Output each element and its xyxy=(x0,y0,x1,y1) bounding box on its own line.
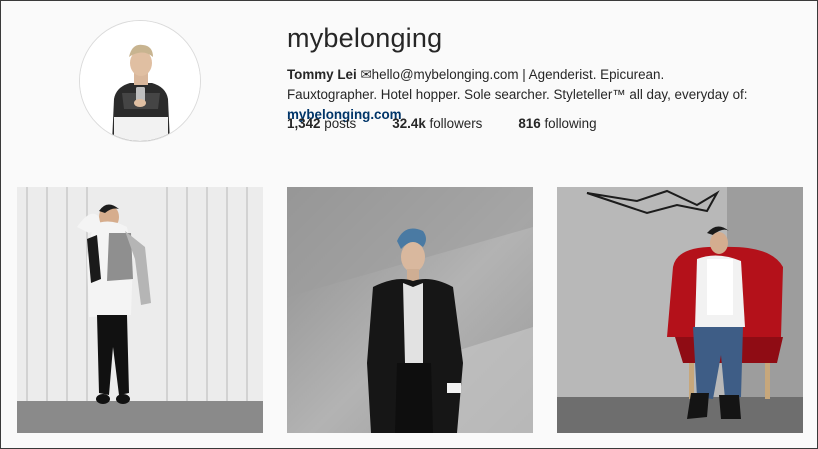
following-label: following xyxy=(544,116,597,131)
posts-label: posts xyxy=(324,116,357,131)
following-stat[interactable]: 816 following xyxy=(518,116,596,131)
profile-full-name: Tommy Lei xyxy=(287,67,357,82)
envelope-icon: ✉ xyxy=(360,67,372,82)
bio-text: hello@mybelonging.com | Agenderist. Epic… xyxy=(287,67,748,102)
photo-man-grey-wall-image xyxy=(287,187,533,433)
followers-stat[interactable]: 32.4k followers xyxy=(392,116,482,131)
following-count: 816 xyxy=(518,116,541,131)
post-thumbnail[interactable] xyxy=(557,187,803,433)
posts-stat: 1,342 posts xyxy=(287,116,356,131)
avatar-image xyxy=(80,21,200,141)
profile-stats: 1,342 posts 32.4k followers 816 followin… xyxy=(287,116,633,131)
post-thumbnail[interactable] xyxy=(287,187,533,433)
instagram-profile-page: mybelonging Tommy Lei ✉hello@mybelonging… xyxy=(0,0,818,449)
post-thumbnail[interactable] xyxy=(17,187,263,433)
followers-label: followers xyxy=(429,116,483,131)
photo-man-red-chair-image xyxy=(557,187,803,433)
profile-username: mybelonging xyxy=(287,23,443,53)
photo-man-white-wall-image xyxy=(17,187,263,433)
avatar[interactable] xyxy=(79,20,201,142)
followers-count: 32.4k xyxy=(392,116,426,131)
posts-count: 1,342 xyxy=(287,116,321,131)
